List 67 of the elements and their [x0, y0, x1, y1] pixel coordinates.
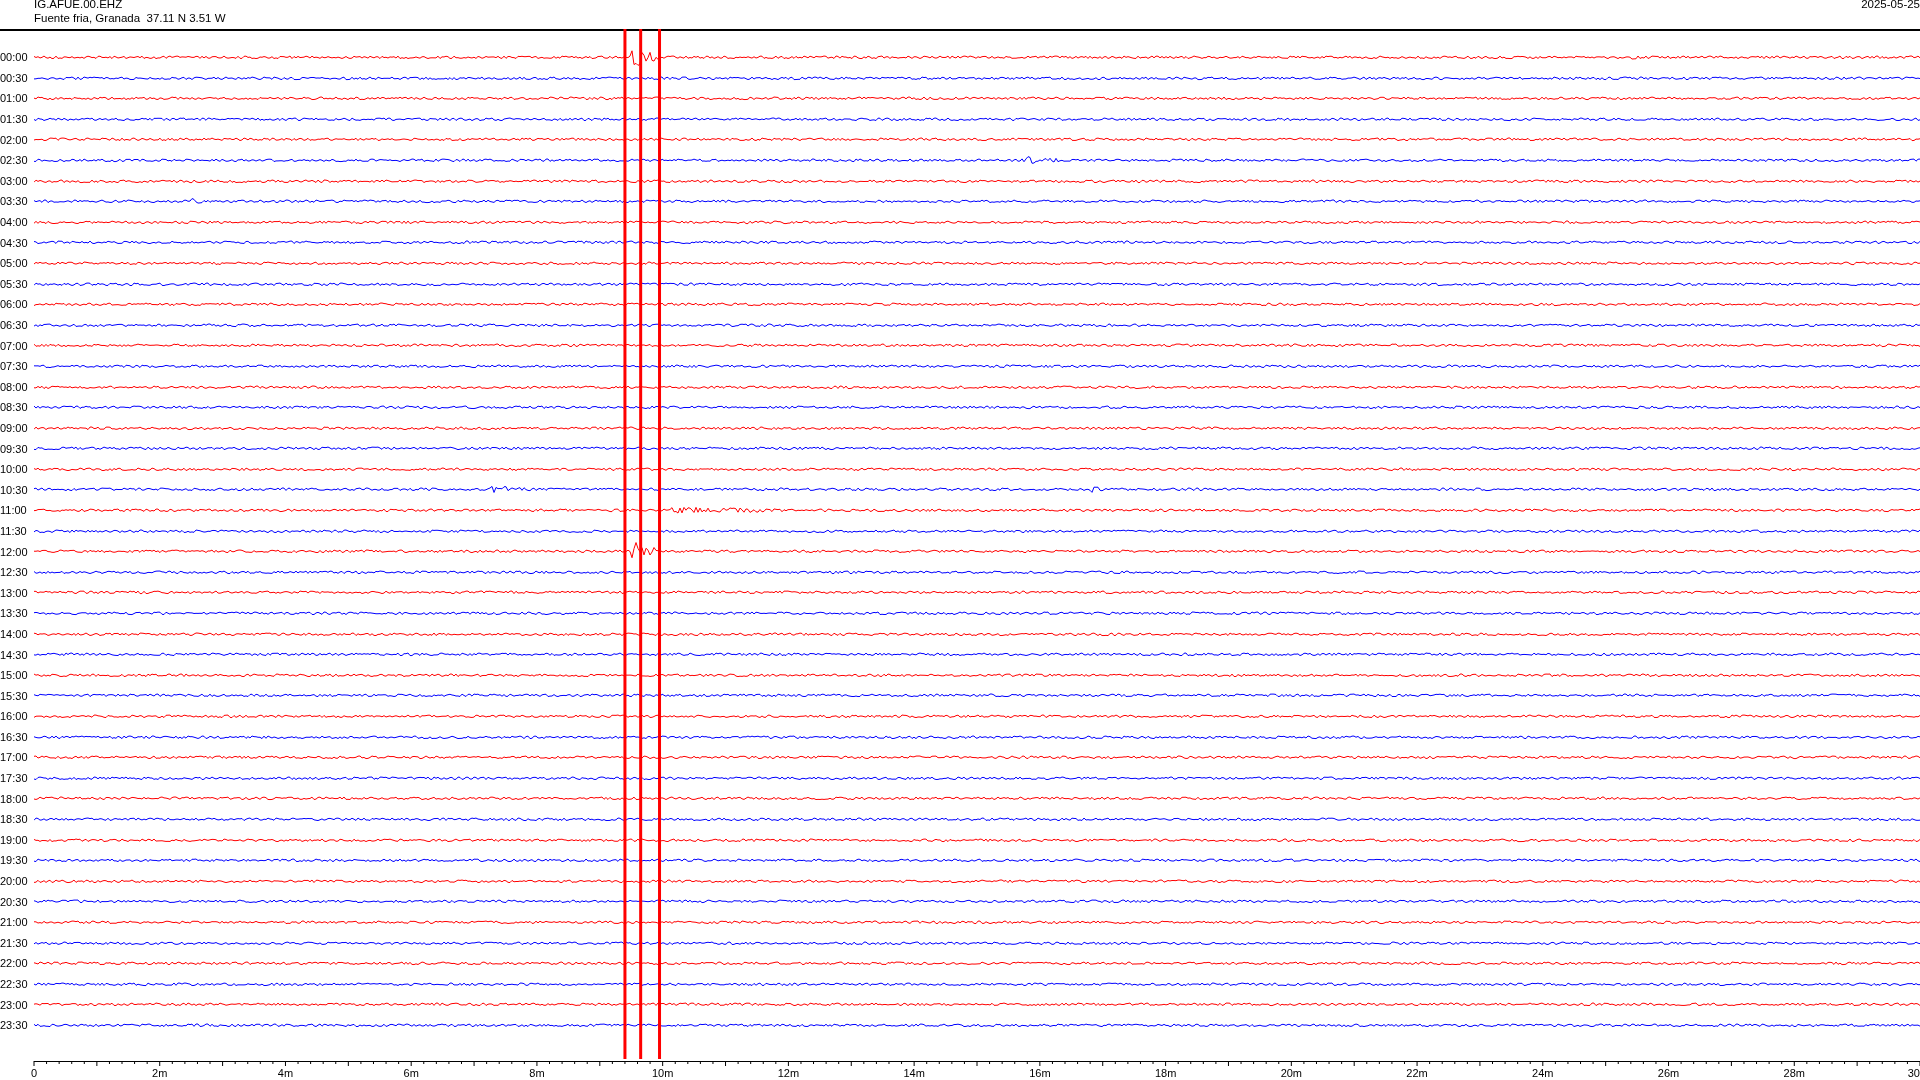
time-label: 14:30: [0, 648, 29, 661]
time-label: 00:00: [0, 51, 29, 64]
time-label: 18:00: [0, 792, 29, 805]
time-label: 12:00: [0, 545, 29, 558]
time-label: 04:30: [0, 236, 29, 249]
axis-tick-label: 2m: [152, 1067, 168, 1079]
time-label: 07:30: [0, 360, 29, 373]
time-label: 05:00: [0, 257, 29, 270]
axis-tick-label: 12m: [777, 1067, 800, 1079]
axis-tick-label: 6m: [403, 1067, 419, 1079]
axis-tick-label: 0: [30, 1067, 38, 1079]
time-label: 18:30: [0, 813, 29, 826]
time-label: 23:30: [0, 1019, 29, 1032]
time-label: 06:00: [0, 298, 29, 311]
time-label: 21:30: [0, 936, 29, 949]
time-label: 13:00: [0, 586, 29, 599]
time-label: 04:00: [0, 216, 29, 229]
time-label: 09:30: [0, 442, 29, 455]
axis-tick-label: 4m: [277, 1067, 294, 1079]
time-label: 03:30: [0, 195, 29, 208]
time-label: 03:00: [0, 174, 29, 187]
time-label: 17:30: [0, 772, 29, 785]
station-code: IG.AFUE.00.EHZ: [34, 0, 124, 11]
time-label: 10:00: [0, 463, 29, 476]
time-label: 19:30: [0, 854, 29, 867]
axis-tick-label: 30: [1907, 1067, 1920, 1079]
axis-tick-label: 26m: [1657, 1067, 1680, 1079]
time-label: 20:00: [0, 875, 29, 888]
time-label: 09:00: [0, 422, 29, 434]
time-label: 02:00: [0, 133, 29, 146]
time-label: 21:00: [0, 916, 29, 929]
time-label: 00:30: [0, 71, 29, 84]
time-label: 11:00: [0, 504, 28, 517]
time-label: 16:30: [0, 730, 29, 743]
time-label: 11:30: [0, 524, 28, 537]
axis-tick-label: 14m: [903, 1067, 925, 1079]
time-label: 22:30: [0, 978, 29, 990]
time-label: 06:30: [0, 319, 29, 331]
time-label: 20:30: [0, 895, 29, 908]
axis-tick-label: 16m: [1029, 1067, 1051, 1079]
time-label: 14:00: [0, 627, 29, 640]
axis-tick-label: 18m: [1154, 1067, 1177, 1079]
time-label: 12:30: [0, 566, 29, 579]
axis-tick-label: 8m: [529, 1067, 545, 1079]
time-label: 15:00: [0, 669, 29, 682]
time-label: 01:00: [0, 92, 29, 105]
time-label: 16:00: [0, 710, 29, 723]
date-label: 2025-05-25: [1861, 0, 1920, 12]
time-label: 13:30: [0, 607, 29, 620]
time-label: 08:00: [0, 380, 29, 393]
time-label: 17:00: [0, 751, 29, 764]
time-label: 01:30: [0, 113, 29, 126]
time-label: 07:00: [0, 339, 29, 352]
time-label: 08:30: [0, 401, 29, 414]
time-label: 22:00: [0, 957, 29, 970]
time-label: 10:30: [0, 483, 29, 496]
axis-tick-label: 10m: [651, 1067, 674, 1079]
time-label: 15:30: [0, 689, 29, 702]
axis-tick-label: 22m: [1406, 1067, 1428, 1079]
axis-tick-label: 28m: [1783, 1067, 1805, 1079]
station-location: Fuente fria, Granada 37.11 N 3.51 W: [34, 11, 226, 25]
axis-tick-label: 20m: [1280, 1067, 1303, 1079]
time-label: 19:00: [0, 833, 29, 846]
time-label: 02:30: [0, 154, 29, 167]
axis-tick-label: 24m: [1532, 1067, 1554, 1079]
time-label: 23:00: [0, 998, 29, 1011]
time-label: 05:30: [0, 277, 29, 290]
